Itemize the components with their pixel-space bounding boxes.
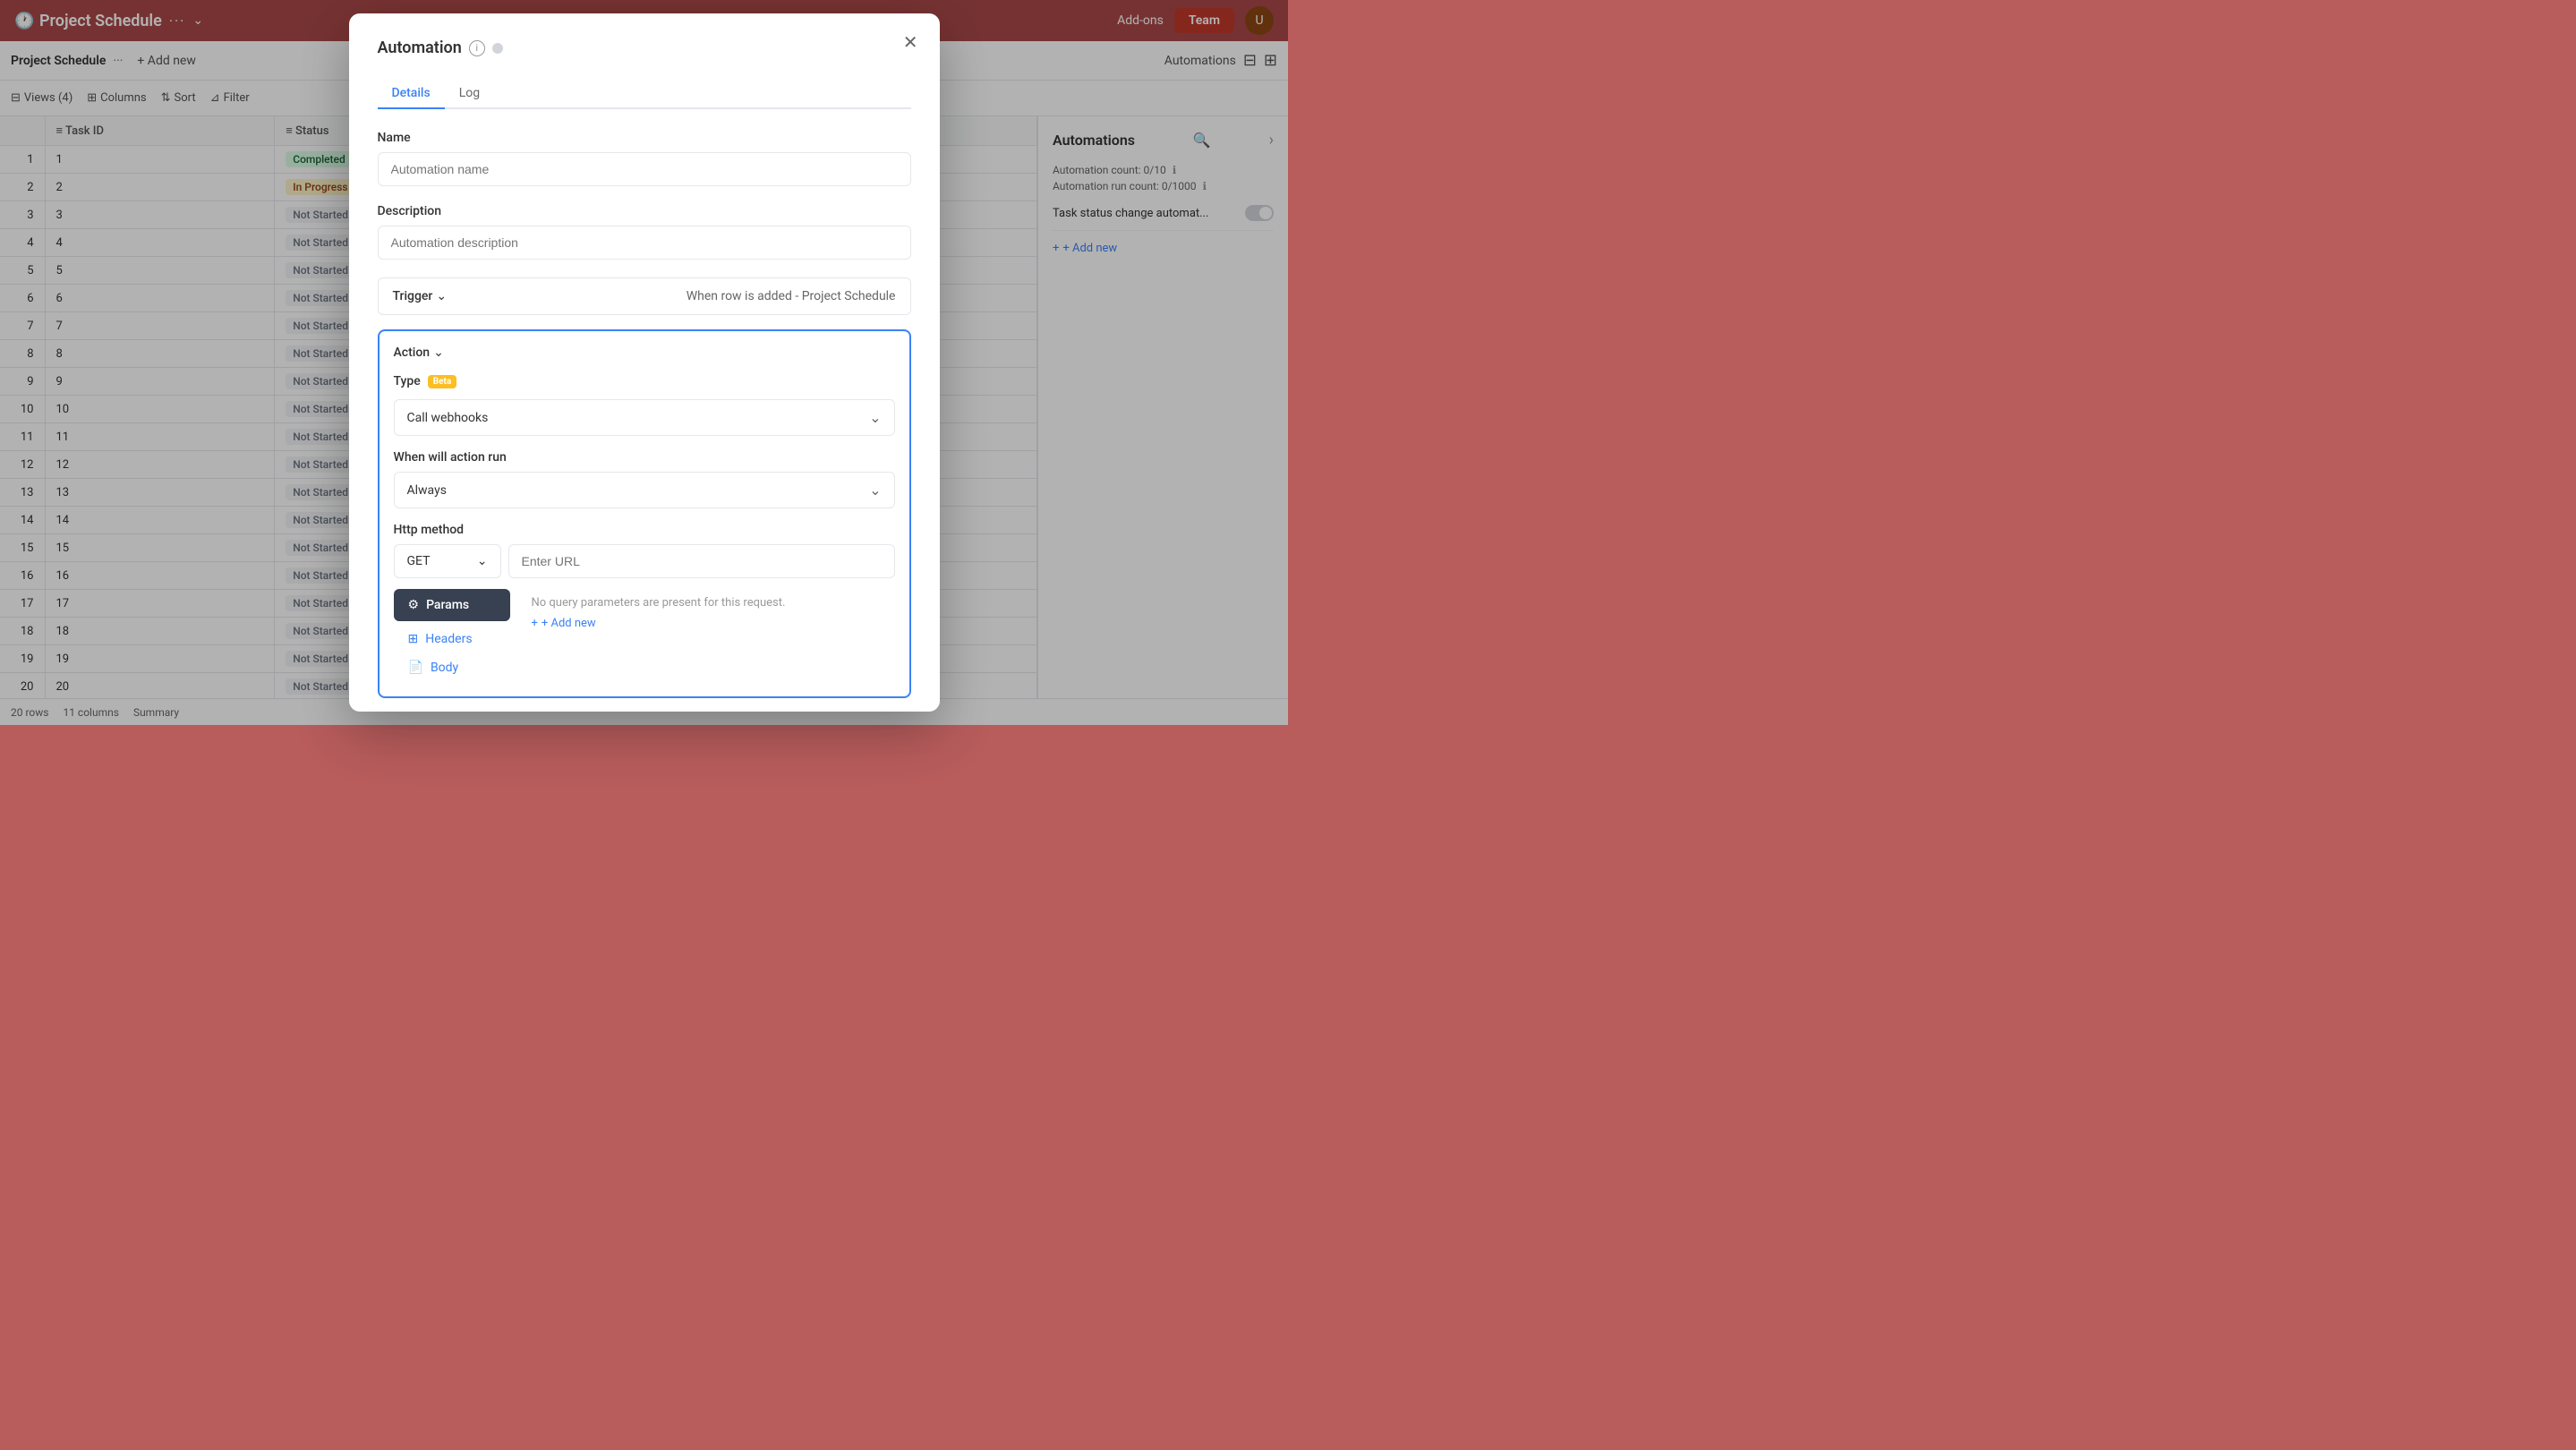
add-param-icon: + [532,617,538,630]
trigger-row: Trigger ⌄ When row is added - Project Sc… [378,277,911,315]
body-icon: 📄 [408,661,423,675]
http-row: GET ⌄ [394,544,895,578]
action-label: Action [394,345,431,360]
modal-title: Automation [378,38,462,57]
tab-details[interactable]: Details [378,79,445,109]
http-method-label: Http method [394,523,895,537]
when-run-chevron-icon: ⌄ [869,482,881,499]
trigger-chevron-icon: ⌄ [436,289,447,303]
description-label: Description [378,204,911,218]
method-select[interactable]: GET ⌄ [394,544,501,578]
method-chevron-icon: ⌄ [477,554,488,568]
headers-tab[interactable]: ⊞ Headers [394,625,510,653]
no-params-text: No query parameters are present for this… [532,596,895,610]
type-select-value: Call webhooks [407,411,489,425]
beta-badge: Beta [428,375,457,388]
method-value: GET [407,554,431,568]
body-tab[interactable]: 📄 Body [394,653,510,682]
sub-tabs: ⚙ Params ⊞ Headers 📄 Body No q [394,589,895,682]
modal-overlay: Automation i ✕ Details Log Name Descript… [0,0,1288,725]
add-param-label: + Add new [542,617,596,630]
trigger-button[interactable]: Trigger ⌄ [393,289,448,303]
name-label: Name [378,131,911,145]
modal-info-button[interactable]: i [469,40,485,56]
tab-log[interactable]: Log [445,79,494,109]
params-icon: ⚙ [408,598,420,612]
params-tab[interactable]: ⚙ Params [394,589,510,621]
when-run-value: Always [407,483,447,498]
when-run-select[interactable]: Always ⌄ [394,472,895,508]
url-input[interactable] [508,544,895,578]
action-chevron-icon: ⌄ [433,345,444,360]
modal-close-button[interactable]: ✕ [903,31,918,54]
modal-status-dot [492,43,503,54]
type-label: Type [394,374,421,388]
headers-label: Headers [425,632,472,646]
modal-header: Automation i [378,38,911,57]
when-run-label: When will action run [394,450,895,465]
type-row: Type Beta [394,374,895,388]
trigger-label-text: Trigger [393,289,433,303]
type-select-chevron-icon: ⌄ [869,409,881,426]
params-label: Params [426,598,469,612]
action-box: Action ⌄ Type Beta Call webhooks ⌄ When … [378,329,911,698]
action-header[interactable]: Action ⌄ [394,345,895,360]
name-input[interactable] [378,152,911,186]
headers-icon: ⊞ [408,632,419,646]
modal-tabs: Details Log [378,79,911,109]
description-input[interactable] [378,226,911,260]
automation-modal: Automation i ✕ Details Log Name Descript… [349,13,940,712]
body-label: Body [431,661,458,675]
type-select[interactable]: Call webhooks ⌄ [394,399,895,436]
trigger-value: When row is added - Project Schedule [687,289,896,303]
add-new-param-button[interactable]: + + Add new [532,617,895,630]
